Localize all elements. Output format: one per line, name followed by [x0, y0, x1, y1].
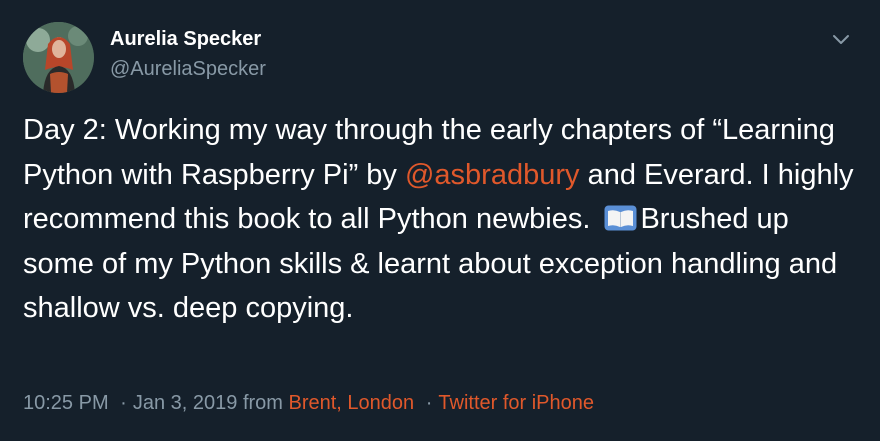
- tweet-metadata: 10:25 PM · Jan 3, 2019 from Brent, London…: [23, 392, 594, 415]
- open-book-icon: [604, 200, 637, 231]
- source-link[interactable]: Twitter for iPhone: [438, 392, 594, 414]
- tweet-card: Aurelia Specker @AureliaSpecker Day 2: W…: [0, 0, 880, 441]
- author-handle[interactable]: @AureliaSpecker: [110, 58, 266, 81]
- separator: ·: [120, 392, 127, 414]
- tweet-text: Day 2: Working my way through the early …: [23, 108, 863, 331]
- from-label: from: [242, 392, 283, 414]
- location-link[interactable]: Brent, London: [289, 392, 415, 414]
- chevron-down-icon[interactable]: [830, 28, 852, 50]
- avatar-image: [23, 22, 94, 93]
- author-name[interactable]: Aurelia Specker: [110, 28, 261, 51]
- tweet-date[interactable]: Jan 3, 2019: [133, 392, 238, 414]
- mention-link[interactable]: @asbradbury: [405, 159, 580, 191]
- avatar[interactable]: [23, 22, 94, 93]
- separator: ·: [425, 392, 433, 414]
- tweet-time[interactable]: 10:25 PM: [23, 392, 109, 414]
